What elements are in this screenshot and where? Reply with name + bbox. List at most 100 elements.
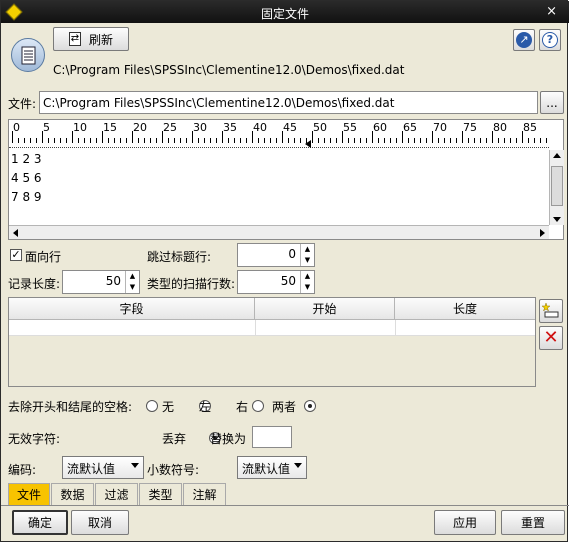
tab-annotation[interactable]: 注解 (183, 483, 226, 505)
scroll-right-icon[interactable] (540, 229, 545, 237)
preview-line: 7 8 9 (11, 190, 42, 204)
table-row[interactable] (9, 320, 535, 336)
record-length-spinner[interactable]: 50 ▲ ▼ (62, 270, 140, 294)
chevron-down-icon (294, 463, 302, 468)
ruler-tick (486, 138, 487, 143)
column-header-start[interactable]: 开始 (255, 298, 395, 320)
ruler-tick (36, 138, 37, 143)
refresh-button[interactable]: ⇄ 刷新 (53, 27, 129, 51)
browse-button[interactable]: ... (540, 91, 564, 114)
spin-down-icon[interactable]: ▼ (301, 255, 314, 266)
tab-filter[interactable]: 过滤 (95, 483, 138, 505)
discard-label: 丢弃 (162, 432, 187, 446)
spin-down-icon[interactable]: ▼ (126, 282, 139, 293)
fields-table[interactable]: 字段 开始 长度 (8, 297, 536, 387)
scroll-thumb[interactable] (551, 166, 563, 206)
preview-vertical-scrollbar[interactable] (549, 150, 564, 225)
ruler-tick (114, 138, 115, 143)
tab-file[interactable]: 文件 (8, 483, 50, 505)
ruler-label: 25 (163, 121, 177, 134)
trim-right-radio[interactable] (251, 400, 264, 412)
ruler-tick (156, 138, 157, 143)
scroll-down-icon[interactable] (553, 217, 561, 222)
scan-rows-spinner[interactable]: 50 ▲ ▼ (237, 270, 315, 294)
toolbar-file-path: C:\Program Files\SPSSInc\Clementine12.0\… (53, 63, 405, 77)
ruler-label: 60 (373, 121, 387, 134)
reset-button[interactable]: 重置 (501, 510, 565, 535)
ruler-tick (138, 138, 139, 143)
add-field-button[interactable] (539, 299, 563, 323)
tab-data[interactable]: 数据 (51, 483, 94, 505)
line-oriented-checkbox[interactable]: ✓ (10, 249, 22, 261)
ruler-tick (270, 138, 271, 143)
spin-down-icon[interactable]: ▼ (301, 282, 314, 293)
spin-up-icon[interactable]: ▲ (126, 271, 139, 282)
ruler-tick (54, 138, 55, 143)
file-label: 文件: (8, 97, 37, 111)
decimal-label: 小数符号: (147, 463, 200, 477)
ruler-label: 30 (193, 121, 207, 134)
ruler-tick (264, 138, 265, 143)
ruler-tick (414, 138, 415, 143)
ruler-tick (420, 138, 421, 143)
ruler-tick (60, 138, 61, 143)
trim-none-radio[interactable] (146, 400, 158, 412)
scan-rows-value: 50 (280, 274, 296, 288)
help-icon: ? (542, 32, 558, 48)
column-header-field[interactable]: 字段 (9, 298, 255, 320)
apply-button[interactable]: 应用 (434, 510, 496, 535)
column-header-length[interactable]: 长度 (395, 298, 535, 320)
ruler-tick (288, 138, 289, 143)
ok-button[interactable]: 确定 (12, 510, 68, 535)
delete-field-button[interactable]: ✕ (539, 326, 563, 350)
preview-panel: 0 5 10 15 20 25 30 35 40 45 50 55 60 65 70 75 80 85 1 2 3… (8, 119, 564, 240)
ruler-label: 70 (433, 121, 447, 134)
ruler-tick (126, 138, 127, 143)
ruler-marker-icon[interactable] (305, 140, 311, 148)
encoding-value: 流默认值 (67, 462, 116, 476)
refresh-label: 刷新 (88, 32, 113, 47)
close-button[interactable]: × (546, 4, 557, 19)
trim-both-radio[interactable] (304, 400, 317, 412)
ruler-tick (474, 138, 475, 143)
ruler-tick (336, 138, 337, 143)
ruler-tick (108, 138, 109, 143)
ruler-tick (480, 138, 481, 143)
refresh-icon: ⇄ (68, 32, 81, 46)
tab-type[interactable]: 类型 (139, 483, 182, 505)
ruler[interactable]: 0 5 10 15 20 25 30 35 40 45 50 55 60 65 70 75 80 85 (9, 120, 549, 148)
ruler-tick (354, 138, 355, 143)
ruler-tick (540, 138, 541, 143)
ruler-tick (450, 138, 451, 143)
record-length-label: 记录长度: (8, 277, 61, 291)
ruler-tick (324, 138, 325, 143)
replace-char-input[interactable] (252, 426, 292, 448)
decimal-select[interactable]: 流默认值 (237, 456, 307, 479)
skip-header-spinner[interactable]: 0 ▲ ▼ (237, 243, 315, 267)
scroll-up-icon[interactable] (553, 153, 561, 158)
help-button[interactable]: ? (539, 29, 561, 51)
launch-button[interactable]: ↗ (513, 29, 535, 51)
title-bar: 固定文件 × (1, 1, 569, 23)
spin-up-icon[interactable]: ▲ (301, 244, 314, 255)
record-length-value: 50 (105, 274, 121, 288)
cancel-button[interactable]: 取消 (71, 510, 129, 535)
scroll-left-icon[interactable] (13, 229, 18, 237)
encoding-select[interactable]: 流默认值 (62, 456, 144, 479)
ruler-tick (396, 138, 397, 143)
ruler-tick (198, 138, 199, 143)
ruler-label: 10 (73, 121, 87, 134)
ruler-tick (240, 138, 241, 143)
ruler-tick (18, 138, 19, 143)
ruler-tick (246, 138, 247, 143)
spin-up-icon[interactable]: ▲ (301, 271, 314, 282)
ruler-tick (366, 138, 367, 143)
chevron-down-icon (131, 463, 139, 468)
invalid-chars-label: 无效字符: (8, 432, 61, 446)
preview-text-area[interactable]: 1 2 3 4 5 6 7 8 9 (9, 150, 549, 225)
window-title: 固定文件 (260, 7, 309, 21)
preview-horizontal-scrollbar[interactable] (9, 225, 549, 239)
ruler-label: 20 (133, 121, 147, 134)
ruler-tick (348, 138, 349, 143)
file-path-input[interactable]: C:\Program Files\SPSSInc\Clementine12.0\… (39, 91, 538, 114)
